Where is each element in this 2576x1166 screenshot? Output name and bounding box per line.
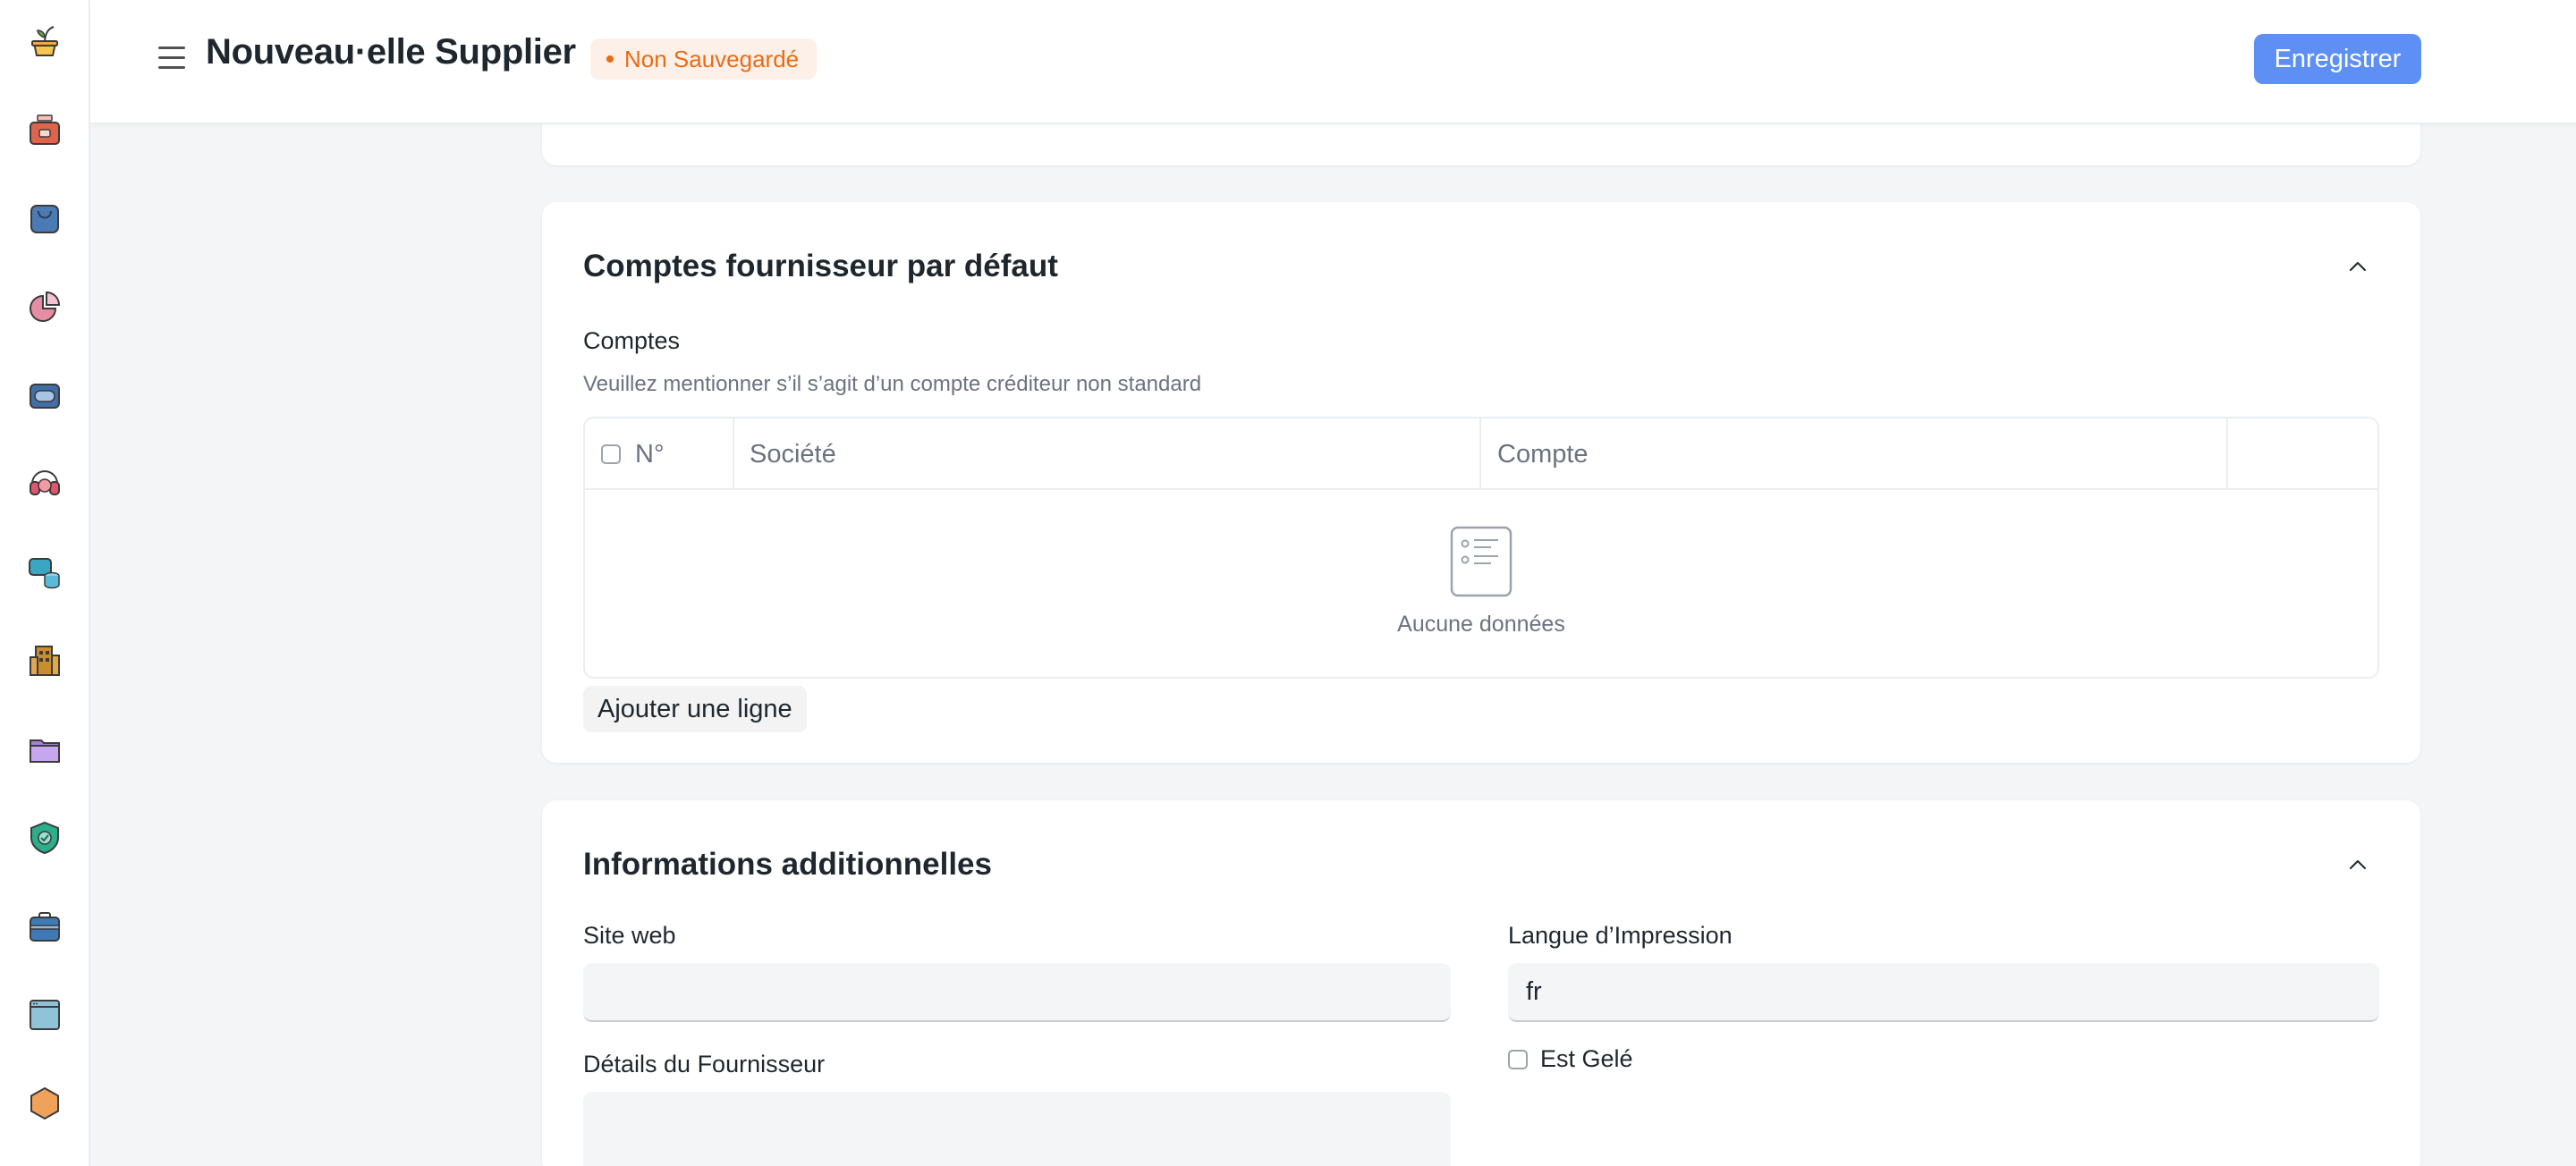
select-all-checkbox-cell (601, 418, 621, 490)
section-title: Informations additionnelles (583, 847, 992, 882)
collapse-chevron-icon[interactable] (2347, 854, 2368, 875)
plant-pot-icon[interactable] (27, 23, 63, 59)
shopping-bag-icon[interactable] (27, 200, 63, 236)
building-icon[interactable] (27, 643, 63, 679)
folder-icon[interactable] (27, 731, 63, 767)
status-dot-icon (606, 55, 614, 63)
print-language-label: Langue d’Impression (1508, 922, 1733, 949)
website-input[interactable] (583, 963, 1451, 1022)
supplier-details-label: Détails du Fournisseur (583, 1051, 826, 1077)
additional-info-section: Informations additionnelles Site web Lan… (542, 800, 2420, 1166)
pie-chart-icon[interactable] (27, 289, 63, 325)
hexagon-icon[interactable] (27, 1086, 63, 1121)
select-all-checkbox[interactable] (601, 444, 621, 464)
cash-register-icon[interactable] (27, 112, 63, 148)
page-header: Nouveau·elle Supplier Non Sauvegardé Enr… (90, 0, 2576, 124)
status-badge: Non Sauvegardé (590, 38, 818, 80)
headset-support-icon[interactable] (27, 466, 63, 502)
table-header: N° Société Compte (585, 418, 2377, 490)
billing-icon[interactable] (27, 377, 63, 413)
print-language-input[interactable]: fr (1508, 963, 2379, 1022)
status-text: Non Sauvegardé (624, 45, 800, 72)
supplier-details-textarea[interactable] (583, 1092, 1451, 1166)
save-button[interactable]: Enregistrer (2254, 34, 2421, 84)
is-frozen-checkbox[interactable] (1508, 1049, 1528, 1069)
column-company: Société (750, 439, 836, 469)
accounts-table: N° Société Compte Aucune données (583, 417, 2379, 679)
accounts-label: Comptes (583, 327, 681, 354)
is-frozen-label: Est Gelé (1540, 1045, 1633, 1072)
section-title: Comptes fournisseur par défaut (583, 249, 1058, 283)
shield-check-icon[interactable] (27, 820, 63, 856)
collapse-chevron-icon[interactable] (2347, 256, 2368, 277)
is-frozen-field[interactable]: Est Gelé (1508, 1045, 1633, 1073)
sidebar (0, 0, 90, 1166)
column-number: N° (635, 439, 665, 469)
empty-list-icon (1450, 526, 1513, 597)
menu-toggle-icon[interactable] (157, 45, 187, 72)
column-account: Compte (1497, 439, 1589, 469)
default-accounts-section: Comptes fournisseur par défaut Comptes V… (542, 202, 2420, 763)
add-row-button[interactable]: Ajouter une ligne (583, 686, 807, 732)
database-chat-icon[interactable] (27, 554, 63, 590)
page-title: Nouveau·elle Supplier (206, 32, 576, 72)
browser-window-icon[interactable] (27, 997, 63, 1033)
accounts-description: Veuillez mentionner s’il s’agit d’un com… (583, 372, 1202, 396)
empty-state-text: Aucune données (1397, 612, 1565, 637)
empty-state: Aucune données (585, 490, 2377, 677)
briefcase-icon[interactable] (27, 908, 63, 944)
website-label: Site web (583, 922, 676, 949)
